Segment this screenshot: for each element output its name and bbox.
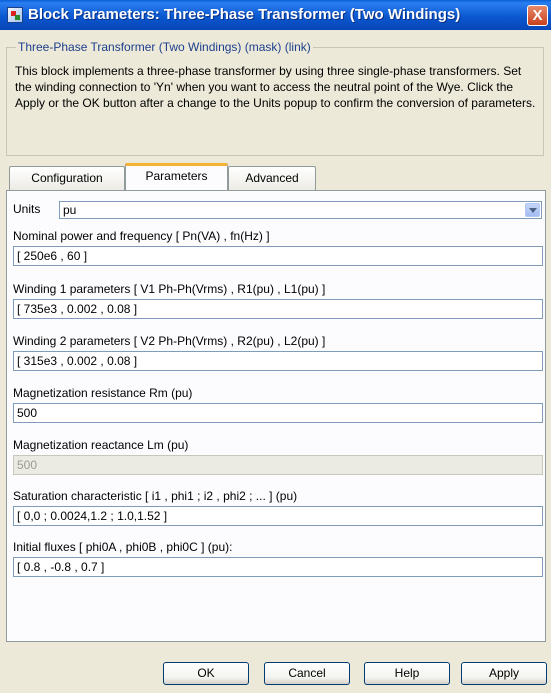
units-label: Units — [13, 202, 41, 216]
ok-button[interactable]: OK — [163, 662, 249, 685]
rm-field[interactable]: 500 — [13, 403, 543, 423]
simulink-app-icon — [7, 7, 23, 23]
apply-button[interactable]: Apply — [461, 662, 547, 685]
mask-description: This block implements a three-phase tran… — [15, 64, 536, 110]
units-row: Units pu — [13, 201, 543, 219]
winding2-label: Winding 2 parameters [ V2 Ph-Ph(Vrms) , … — [13, 334, 326, 348]
saturation-label: Saturation characteristic [ i1 , phi1 ; … — [13, 489, 298, 503]
lm-label: Magnetization reactance Lm (pu) — [13, 438, 189, 452]
lm-field: 500 — [13, 455, 543, 475]
winding2-field[interactable]: [ 315e3 , 0.002 , 0.08 ] — [13, 351, 543, 371]
mask-legend: Three-Phase Transformer (Two Windings) (… — [16, 40, 313, 54]
help-button[interactable]: Help — [364, 662, 450, 685]
nominal-power-field[interactable]: [ 250e6 , 60 ] — [13, 246, 543, 266]
units-dropdown[interactable]: pu — [59, 201, 542, 219]
units-value: pu — [63, 203, 77, 217]
chevron-down-icon[interactable] — [525, 203, 540, 217]
nominal-power-label: Nominal power and frequency [ Pn(VA) , f… — [13, 229, 270, 243]
tab-advanced[interactable]: Advanced — [228, 166, 316, 190]
initial-fluxes-field[interactable]: [ 0.8 , -0.8 , 0.7 ] — [13, 557, 543, 577]
cancel-button[interactable]: Cancel — [264, 662, 350, 685]
mask-description-group: Three-Phase Transformer (Two Windings) (… — [6, 40, 544, 156]
close-button[interactable]: X — [527, 5, 548, 26]
initial-fluxes-label: Initial fluxes [ phi0A , phi0B , phi0C ]… — [13, 540, 233, 554]
tab-parameters[interactable]: Parameters — [125, 163, 228, 190]
tab-configuration[interactable]: Configuration — [9, 166, 125, 190]
winding1-label: Winding 1 parameters [ V1 Ph-Ph(Vrms) , … — [13, 282, 326, 296]
winding1-field[interactable]: [ 735e3 , 0.002 , 0.08 ] — [13, 299, 543, 319]
rm-label: Magnetization resistance Rm (pu) — [13, 386, 193, 400]
title-bar[interactable]: Block Parameters: Three-Phase Transforme… — [0, 0, 551, 30]
saturation-field[interactable]: [ 0,0 ; 0.0024,1.2 ; 1.0,1.52 ] — [13, 506, 543, 526]
window-title: Block Parameters: Three-Phase Transforme… — [28, 6, 461, 23]
